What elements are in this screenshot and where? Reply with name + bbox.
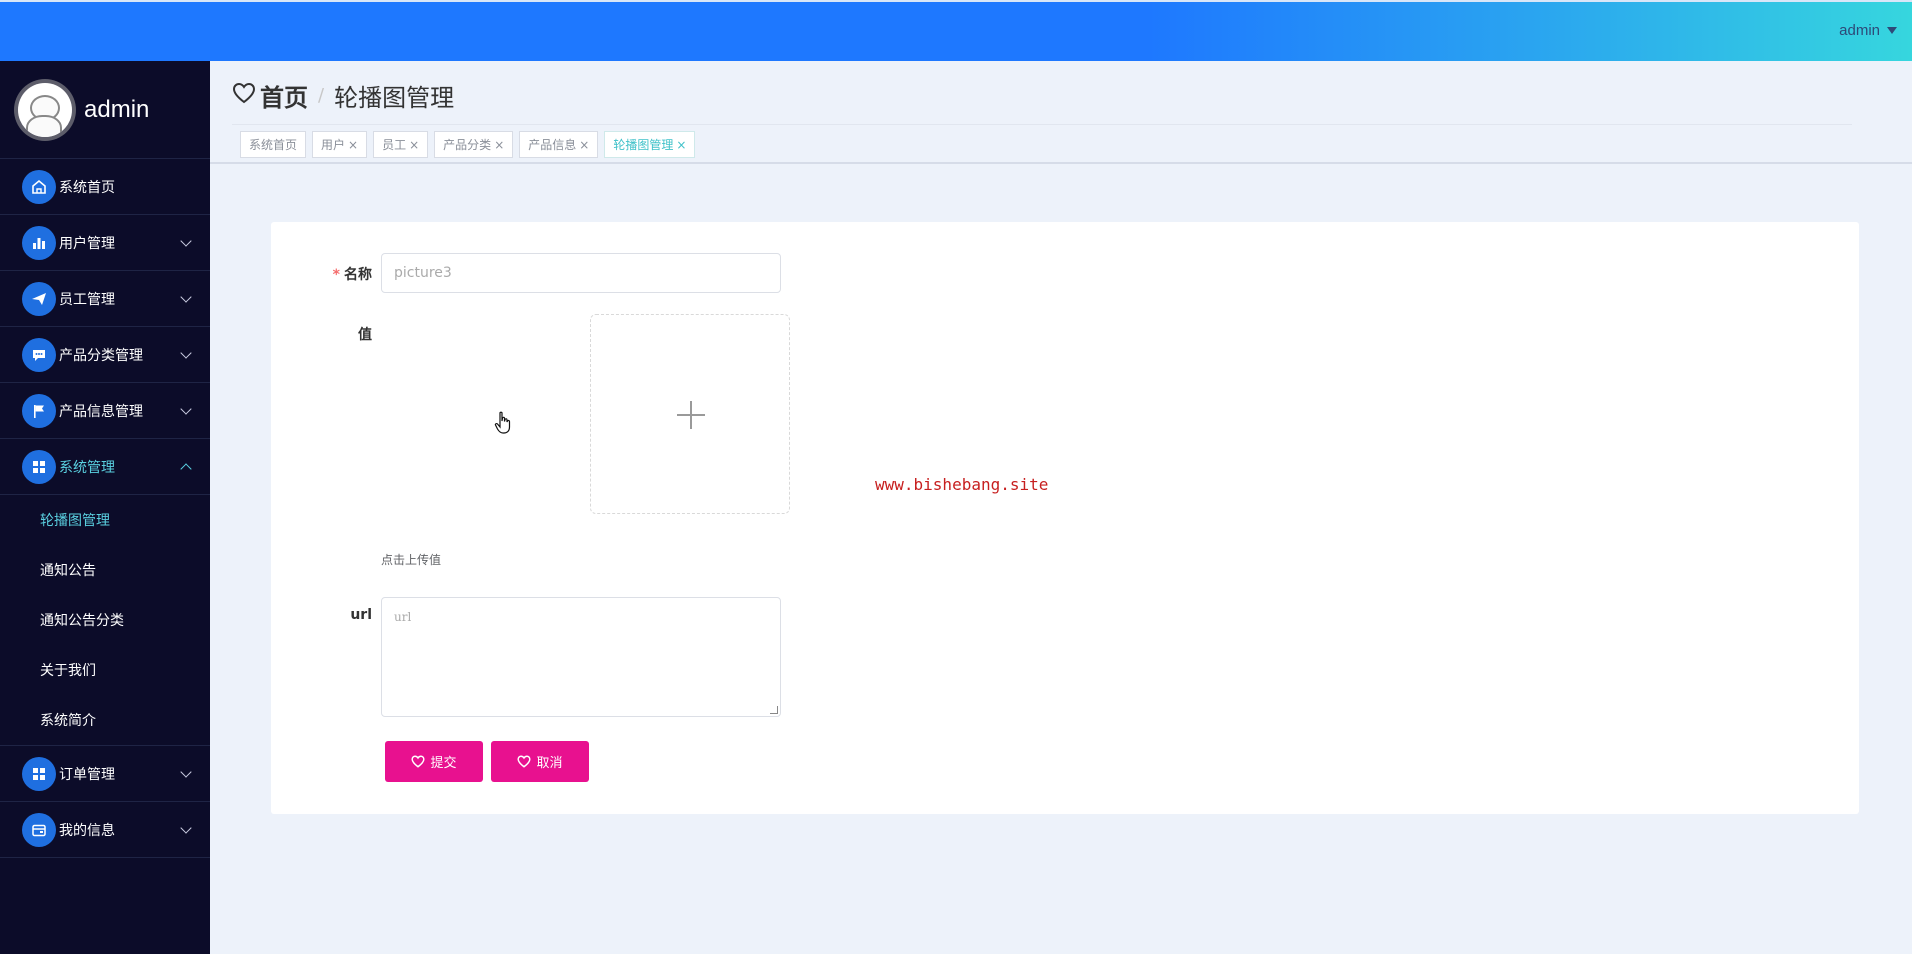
breadcrumb-separator: / [318, 84, 325, 106]
heart-icon [517, 755, 532, 768]
watermark: www.bishebang.site [875, 475, 1049, 494]
required-mark: * [332, 267, 340, 283]
paper-plane-icon [22, 281, 56, 316]
resize-handle-icon[interactable] [770, 706, 778, 714]
name-input[interactable]: picture3 [381, 253, 781, 293]
sidebar: admin 系统首页 用户管理 员工管理 产品分类管理 产品信息管理 系统管理 … [0, 61, 210, 954]
home-icon [22, 169, 56, 204]
url-placeholder: url [394, 610, 412, 624]
tab-label: 员工 [382, 138, 407, 152]
chevron-down-icon [180, 766, 192, 778]
chevron-down-icon [180, 347, 192, 359]
form-card: * 名称 picture3 值 点击上传值 url url 提交 取消 [271, 222, 1859, 814]
submit-button[interactable]: 提交 [385, 741, 483, 782]
tab-label: 轮播图管理 [613, 138, 674, 152]
name-input-placeholder: picture3 [394, 265, 452, 281]
sidebar-item-my-info[interactable]: 我的信息 [0, 802, 210, 858]
sidebar-item-label: 系统管理 [59, 459, 115, 476]
grid-icon [22, 756, 56, 791]
chevron-down-icon [180, 235, 192, 247]
sidebar-subitem-notices[interactable]: 通知公告 [0, 545, 210, 595]
tab-home[interactable]: 系统首页 [240, 131, 307, 158]
name-label-text: 名称 [344, 267, 372, 283]
sidebar-item-users[interactable]: 用户管理 [0, 215, 210, 271]
sidebar-profile: admin [0, 61, 210, 159]
user-dropdown-label: admin [1839, 22, 1880, 39]
close-icon[interactable]: × [409, 138, 419, 152]
sidebar-subitem-about[interactable]: 关于我们 [0, 645, 210, 695]
sidebar-item-home[interactable]: 系统首页 [0, 159, 210, 215]
tags-view: 系统首页 用户 × 员工 × 产品分类 × 产品信息 × 轮播图管理 × [240, 131, 696, 158]
sidebar-item-system[interactable]: 系统管理 [0, 439, 210, 495]
cancel-button[interactable]: 取消 [491, 741, 589, 782]
sidebar-item-label: 员工管理 [59, 291, 115, 308]
tab-employees[interactable]: 员工 × [373, 131, 429, 158]
tab-carousel[interactable]: 轮播图管理 × [604, 131, 696, 158]
breadcrumb-current: 轮播图管理 [334, 83, 455, 112]
close-icon[interactable]: × [348, 138, 358, 152]
close-icon[interactable]: × [579, 138, 589, 152]
sidebar-item-label: 产品分类管理 [59, 347, 143, 364]
upload-hint: 点击上传值 [381, 553, 442, 567]
user-dropdown[interactable]: admin [1839, 22, 1897, 39]
chevron-down-icon [180, 822, 192, 834]
tab-users[interactable]: 用户 × [312, 131, 368, 158]
tab-product-category[interactable]: 产品分类 × [434, 131, 514, 158]
profile-name: admin [84, 95, 150, 123]
url-label: url [350, 607, 372, 623]
close-icon[interactable]: × [676, 138, 686, 152]
system-submenu: 轮播图管理 通知公告 通知公告分类 关于我们 系统简介 [0, 495, 210, 746]
sidebar-item-label: 系统首页 [59, 179, 115, 196]
sidebar-item-label: 用户管理 [59, 235, 115, 252]
flag-icon [22, 393, 56, 428]
sidebar-subitem-notice-category[interactable]: 通知公告分类 [0, 595, 210, 645]
sidebar-item-orders[interactable]: 订单管理 [0, 746, 210, 802]
tab-label: 系统首页 [249, 138, 298, 152]
sidebar-item-label: 订单管理 [59, 766, 115, 783]
sidebar-subitem-intro[interactable]: 系统简介 [0, 695, 210, 745]
bar-chart-icon [22, 225, 56, 260]
heart-icon [411, 755, 426, 768]
sidebar-item-label: 我的信息 [59, 822, 115, 839]
avatar [14, 78, 76, 141]
divider [232, 124, 1852, 125]
divider [210, 162, 1912, 164]
cancel-label: 取消 [536, 756, 563, 771]
name-label: * 名称 [331, 264, 372, 284]
chevron-up-icon [180, 463, 192, 475]
grid-icon [22, 449, 56, 484]
url-textarea[interactable]: url [381, 597, 781, 717]
close-icon[interactable]: × [494, 138, 504, 152]
sidebar-item-label: 产品信息管理 [59, 403, 143, 420]
submit-label: 提交 [430, 756, 457, 771]
value-label: 值 [358, 327, 372, 343]
image-upload[interactable] [590, 314, 790, 514]
sidebar-item-employees[interactable]: 员工管理 [0, 271, 210, 327]
tab-label: 用户 [321, 138, 346, 152]
heart-icon [232, 82, 256, 108]
sidebar-item-product-category[interactable]: 产品分类管理 [0, 327, 210, 383]
wallet-icon [22, 812, 56, 847]
tab-product-info[interactable]: 产品信息 × [519, 131, 599, 158]
breadcrumb-home[interactable]: 首页 [260, 78, 308, 113]
tab-label: 产品信息 [528, 138, 577, 152]
sidebar-item-product-info[interactable]: 产品信息管理 [0, 383, 210, 439]
hand-pointer-icon [494, 411, 512, 439]
sidebar-subitem-carousel[interactable]: 轮播图管理 [0, 495, 210, 545]
breadcrumb: 首页 / 轮播图管理 [232, 77, 454, 113]
top-header-bar: admin [0, 0, 1912, 61]
tab-label: 产品分类 [443, 138, 492, 152]
caret-down-icon [1887, 27, 1897, 34]
chevron-down-icon [180, 403, 192, 415]
chevron-down-icon [180, 291, 192, 303]
chat-bubble-icon [22, 337, 56, 372]
